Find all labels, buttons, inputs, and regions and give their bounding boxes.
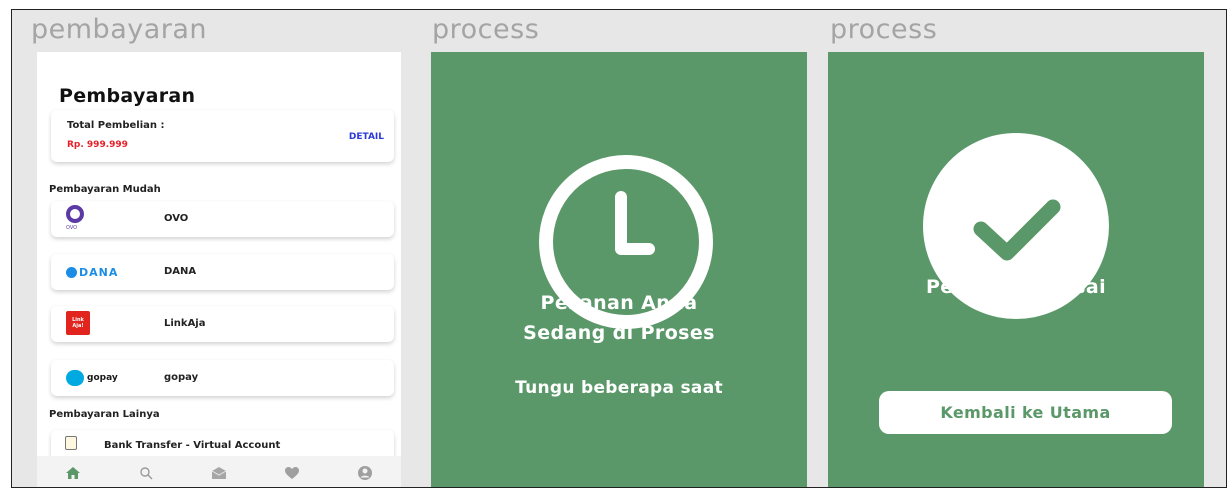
wait-text: Tungu beberapa saat bbox=[515, 378, 723, 398]
page-title: Pembayaran bbox=[59, 85, 196, 107]
payment-option-label: LinkAja bbox=[164, 318, 206, 329]
dana-logo-icon: DANA bbox=[66, 266, 118, 279]
easy-payment-section-label: Pembayaran Mudah bbox=[49, 184, 161, 195]
ovo-logo-text: OVO bbox=[66, 225, 78, 231]
payment-option-gopay[interactable]: gopay gopay bbox=[51, 360, 394, 396]
inbox-icon[interactable] bbox=[208, 462, 230, 484]
payment-option-label: gopay bbox=[164, 372, 199, 383]
home-icon[interactable] bbox=[62, 462, 84, 484]
frame-title-payment: pembayaran bbox=[31, 14, 208, 45]
processing-screen: Pesanan Anda Sedang di Proses Tungu bebe… bbox=[431, 52, 807, 487]
linkaja-logo-icon: Link Aja! bbox=[66, 311, 90, 335]
payment-option-label: DANA bbox=[164, 266, 197, 277]
back-to-home-button[interactable]: Kembali ke Utama bbox=[879, 391, 1172, 434]
processing-message: Pesanan Anda Sedang di Proses bbox=[431, 288, 807, 348]
other-payment-section-label: Pembayaran Lainya bbox=[49, 409, 160, 420]
total-amount: Rp. 999.999 bbox=[67, 140, 128, 150]
gopay-logo-mark bbox=[66, 370, 84, 386]
payment-option-label: OVO bbox=[164, 213, 189, 224]
processing-message-line-2: Sedang di Proses bbox=[523, 322, 715, 344]
total-purchase-card: Total Pembelian : Rp. 999.999 DETAIL bbox=[51, 110, 394, 162]
payment-option-dana[interactable]: DANA DANA bbox=[51, 254, 394, 290]
dana-logo-dot bbox=[66, 267, 77, 278]
gopay-logo-text: gopay bbox=[87, 373, 118, 383]
bank-icon bbox=[65, 436, 77, 450]
payment-screen: Pembayaran Total Pembelian : Rp. 999.999… bbox=[37, 52, 401, 487]
dana-logo-text: DANA bbox=[79, 266, 119, 279]
processing-message-line-1: Pesanan Anda bbox=[540, 292, 698, 314]
order-complete-screen: Pesanan Selesai Kembali ke Utama bbox=[828, 52, 1204, 487]
gopay-logo-icon: gopay bbox=[66, 370, 118, 386]
payment-option-label: Bank Transfer - Virtual Account bbox=[104, 440, 281, 451]
heart-icon[interactable] bbox=[281, 462, 303, 484]
search-icon[interactable] bbox=[135, 462, 157, 484]
design-board: pembayaran process process Pembayaran To… bbox=[11, 9, 1227, 488]
total-label: Total Pembelian : bbox=[67, 120, 165, 131]
frame-title-process-1: process bbox=[432, 14, 540, 45]
frame-title-process-2: process bbox=[830, 14, 938, 45]
detail-link[interactable]: DETAIL bbox=[349, 132, 384, 142]
payment-option-linkaja[interactable]: Link Aja! LinkAja bbox=[51, 306, 394, 342]
complete-message: Pesanan Selesai bbox=[925, 276, 1107, 298]
ovo-logo-icon bbox=[66, 205, 84, 223]
profile-icon[interactable] bbox=[354, 462, 376, 484]
payment-option-ovo[interactable]: OVO OVO bbox=[51, 201, 394, 237]
bottom-navigation bbox=[37, 456, 401, 487]
